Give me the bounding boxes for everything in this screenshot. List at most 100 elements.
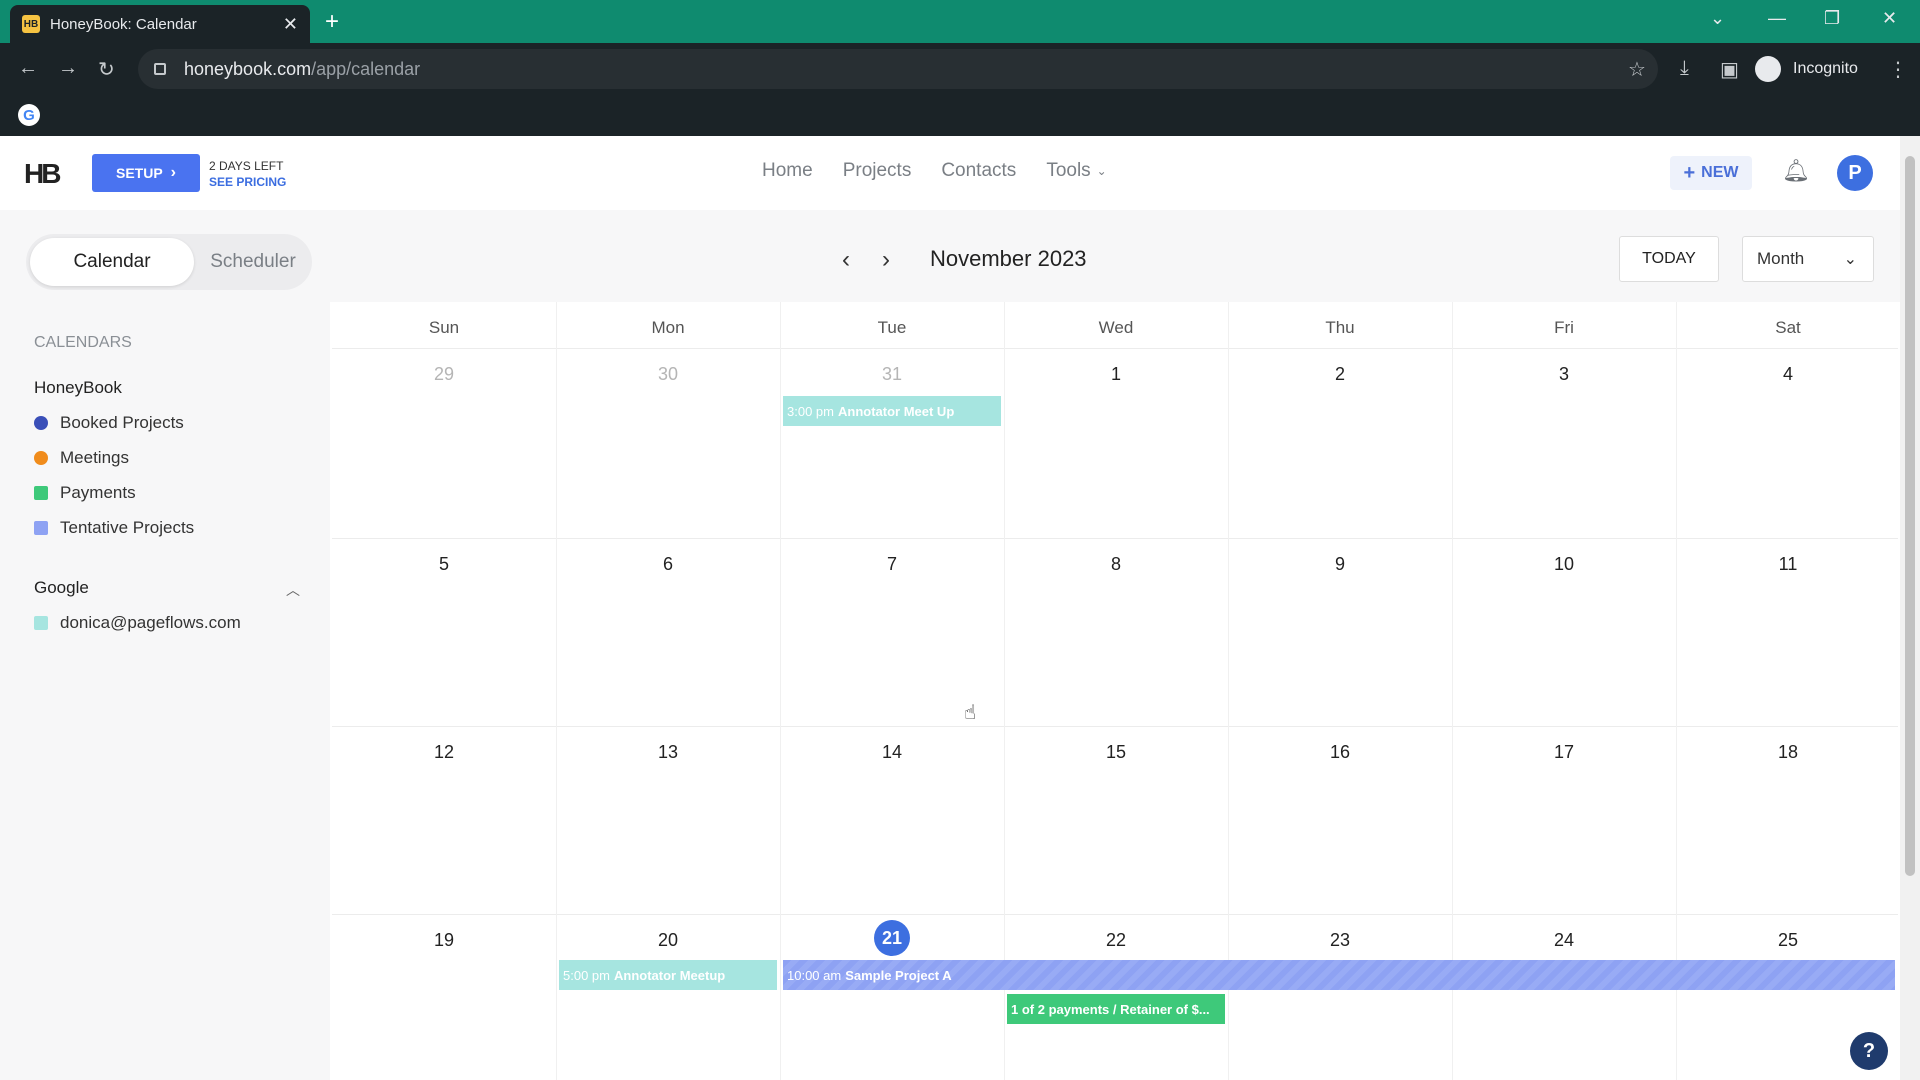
reload-icon[interactable]: ↻ — [98, 57, 115, 82]
event-time: 3:00 pm — [787, 403, 834, 419]
calendar-item-label: donica@pageflows.com — [60, 613, 241, 632]
minimize-icon[interactable]: — — [1768, 8, 1786, 29]
browser-tab[interactable]: HB HoneyBook: Calendar ✕ — [10, 5, 310, 43]
url-input[interactable]: honeybook.com/app/calendar — [138, 49, 1658, 89]
chevron-down-icon: ⌄ — [1096, 164, 1107, 178]
day-number[interactable]: 24 — [1452, 930, 1676, 951]
scrollbar-thumb[interactable] — [1905, 156, 1915, 876]
day-number[interactable]: 3 — [1452, 364, 1676, 385]
download-icon[interactable]: ⤓ — [1680, 57, 1689, 80]
event-payment-retainer[interactable]: 1 of 2 payments / Retainer of $... — [1007, 994, 1225, 1024]
close-tab-icon[interactable]: ✕ — [283, 14, 298, 35]
day-number[interactable]: 12 — [332, 742, 556, 763]
setup-button[interactable]: SETUP › — [92, 154, 200, 192]
new-tab-icon[interactable]: + — [325, 8, 339, 36]
weekday-header: Wed — [1098, 318, 1134, 337]
event-title: Sample Project A — [845, 967, 952, 983]
help-button[interactable]: ? — [1850, 1032, 1888, 1070]
day-number[interactable]: 6 — [556, 554, 780, 575]
google-calendar-color-icon — [34, 616, 48, 630]
day-number[interactable]: 7 — [780, 554, 1004, 575]
calendar-google-account[interactable]: donica@pageflows.com — [34, 613, 241, 633]
url-domain: honeybook.com — [184, 58, 312, 79]
day-number[interactable]: 22 — [1004, 930, 1228, 951]
today-day-number[interactable]: 21 — [874, 920, 910, 956]
bookmark-star-icon[interactable]: ☆ — [1628, 57, 1646, 82]
event-time: 10:00 am — [787, 967, 842, 983]
day-number[interactable]: 2 — [1228, 364, 1452, 385]
weekday-header: Mon — [651, 318, 685, 337]
nav-tools-label: Tools — [1046, 160, 1091, 181]
previous-month-icon[interactable]: ‹ — [842, 246, 850, 274]
day-number[interactable]: 30 — [556, 364, 780, 385]
view-select-value: Month — [1757, 249, 1805, 268]
event-time: 5:00 pm — [563, 967, 610, 983]
bookmarks-bar: G — [0, 96, 1920, 136]
day-number[interactable]: 14 — [780, 742, 1004, 763]
day-number[interactable]: 11 — [1676, 554, 1900, 575]
event-annotator-meetup[interactable]: 5:00 pm Annotator Meetup — [559, 960, 777, 990]
calendars-heading: CALENDARS — [34, 334, 132, 351]
back-icon[interactable]: ← — [18, 57, 38, 80]
day-number[interactable]: 10 — [1452, 554, 1676, 575]
chevron-up-icon[interactable]: ︿ — [286, 580, 300, 600]
day-number[interactable]: 13 — [556, 742, 780, 763]
calendar-meetings[interactable]: Meetings — [34, 448, 129, 468]
day-number[interactable]: 5 — [332, 554, 556, 575]
new-button[interactable]: + NEW — [1670, 156, 1752, 190]
event-sample-project-a[interactable]: 10:00 am Sample Project A — [783, 960, 1895, 990]
close-window-icon[interactable]: ✕ — [1882, 8, 1897, 29]
day-number[interactable]: 31 — [780, 364, 1004, 385]
day-number[interactable]: 20 — [556, 930, 780, 951]
nav-tools[interactable]: Tools ⌄ — [1046, 160, 1106, 182]
day-number[interactable]: 23 — [1228, 930, 1452, 951]
calendars-sidebar: CALENDARS HoneyBook Booked Projects Meet… — [0, 302, 330, 1080]
tab-scheduler[interactable]: Scheduler — [198, 238, 308, 286]
day-number[interactable]: 16 — [1228, 742, 1452, 763]
app-header: HB SETUP › 2 DAYS LEFT SEE PRICING Home … — [0, 136, 1900, 210]
calendar-tentative-projects[interactable]: Tentative Projects — [34, 518, 194, 538]
day-number[interactable]: 17 — [1452, 742, 1676, 763]
day-number[interactable]: 1 — [1004, 364, 1228, 385]
honeybook-logo[interactable]: HB — [24, 158, 61, 190]
calendar-payments[interactable]: Payments — [34, 483, 136, 503]
trial-days-left: 2 DAYS LEFT — [209, 159, 284, 173]
event-annotator-meet-up[interactable]: 3:00 pm Annotator Meet Up — [783, 396, 1001, 426]
tab-search-icon[interactable]: ⌄ — [1710, 8, 1725, 29]
chevron-down-icon: ⌄ — [1843, 251, 1857, 268]
meetings-color-icon — [34, 451, 48, 465]
day-number[interactable]: 19 — [332, 930, 556, 951]
day-number[interactable]: 29 — [332, 364, 556, 385]
incognito-indicator[interactable]: Incognito — [1755, 49, 1858, 89]
today-button[interactable]: TODAY — [1619, 236, 1719, 282]
weekday-header: Tue — [877, 318, 907, 337]
nav-home[interactable]: Home — [762, 160, 813, 182]
view-select[interactable]: Month ⌄ — [1742, 236, 1874, 282]
day-number[interactable]: 15 — [1004, 742, 1228, 763]
day-number[interactable]: 25 — [1676, 930, 1900, 951]
browser-menu-icon[interactable]: ⋮ — [1888, 57, 1908, 82]
payments-color-icon — [34, 486, 48, 500]
weekday-header: Sun — [428, 318, 460, 337]
chevron-right-icon: › — [170, 164, 176, 181]
restore-icon[interactable]: ❐ — [1824, 8, 1840, 29]
nav-projects[interactable]: Projects — [843, 160, 912, 182]
calendar-booked-projects[interactable]: Booked Projects — [34, 413, 184, 433]
forward-icon[interactable]: → — [58, 57, 78, 80]
user-avatar[interactable]: P — [1837, 155, 1873, 191]
side-panel-icon[interactable]: ▣ — [1720, 57, 1739, 82]
url-path: /app/calendar — [311, 58, 421, 79]
day-number[interactable]: 8 — [1004, 554, 1228, 575]
day-number[interactable]: 9 — [1228, 554, 1452, 575]
page-scrollbar[interactable] — [1900, 136, 1920, 1080]
day-number[interactable]: 4 — [1676, 364, 1900, 385]
tab-calendar[interactable]: Calendar — [30, 238, 194, 286]
event-title: 1 of 2 payments / Retainer of $... — [1011, 1001, 1210, 1017]
google-bookmark-icon[interactable]: G — [18, 104, 40, 126]
see-pricing-link[interactable]: SEE PRICING — [209, 174, 286, 190]
next-month-icon[interactable]: › — [882, 246, 890, 274]
lock-icon — [154, 63, 166, 75]
nav-contacts[interactable]: Contacts — [941, 160, 1016, 182]
notification-bell-icon[interactable]: 🔔︎ — [1782, 158, 1810, 186]
day-number[interactable]: 18 — [1676, 742, 1900, 763]
